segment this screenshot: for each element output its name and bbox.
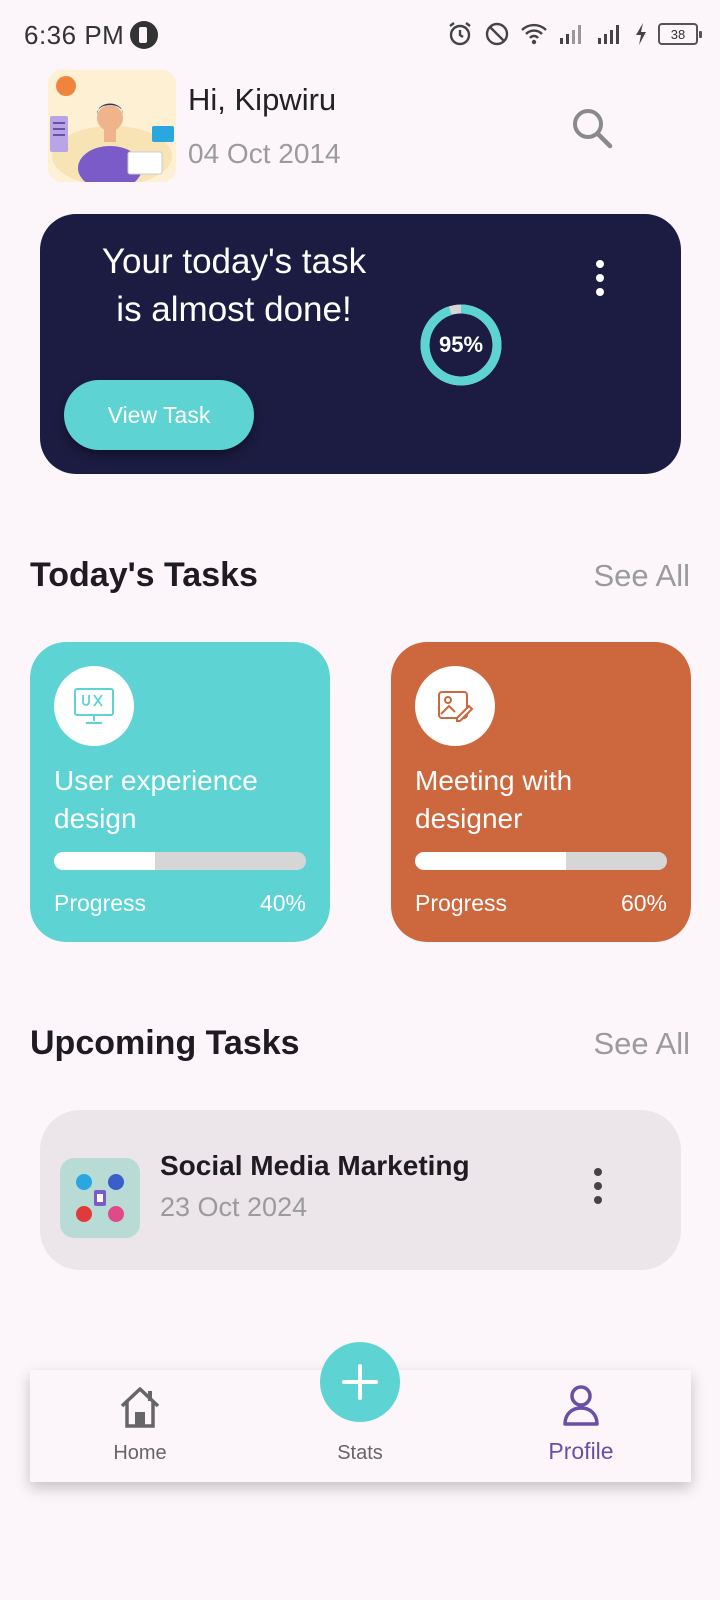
task-summary-menu-button[interactable] xyxy=(588,258,612,298)
alarm-icon xyxy=(449,22,471,46)
header-date: 04 Oct 2014 xyxy=(188,138,341,169)
view-task-button[interactable]: View Task xyxy=(64,380,254,450)
search-icon xyxy=(573,109,613,149)
wifi-icon xyxy=(521,23,547,45)
task-icon-badge xyxy=(54,666,134,746)
upcoming-tasks-see-all-link[interactable]: See All xyxy=(593,1026,690,1062)
upcoming-task-date: 23 Oct 2024 xyxy=(160,1192,308,1222)
progress-bar xyxy=(54,852,306,870)
task-card-meeting-designer[interactable]: Meeting with designer Progress 60% xyxy=(391,642,691,942)
notification-app-icon xyxy=(130,21,158,49)
upcoming-task-title: Social Media Marketing xyxy=(160,1150,470,1181)
progress-label: Progress xyxy=(415,890,508,916)
do-not-disturb-icon xyxy=(485,22,509,46)
task-summary-title: Your today's task is almost done! xyxy=(64,238,404,334)
search-button[interactable] xyxy=(568,104,616,152)
more-vertical-icon xyxy=(594,1168,602,1204)
task-title: User experience design xyxy=(54,762,314,838)
bottom-navigation: Home Stats Profile xyxy=(30,1342,691,1482)
avatar-illustration xyxy=(48,70,176,182)
task-title-line1: User experience xyxy=(54,765,258,796)
task-title-line2: designer xyxy=(415,803,523,834)
nav-label-home: Home xyxy=(113,1442,167,1464)
task-title: Meeting with designer xyxy=(415,762,675,838)
nav-label-profile: Profile xyxy=(548,1438,614,1464)
home-icon xyxy=(120,1387,160,1428)
task-title-line2: design xyxy=(54,803,137,834)
todays-tasks-see-all-link[interactable]: See All xyxy=(593,558,690,594)
upcoming-tasks-heading: Upcoming Tasks xyxy=(30,1024,300,1062)
progress-value: 60% xyxy=(620,890,667,916)
status-icons: 38 xyxy=(446,20,702,48)
progress-bar-fill xyxy=(415,852,567,870)
todays-tasks-heading: Today's Tasks xyxy=(30,556,258,594)
task-icon-badge xyxy=(415,666,495,746)
more-vertical-icon xyxy=(596,260,604,296)
greeting: Hi, Kipwiru xyxy=(188,82,337,117)
progress-label: Progress xyxy=(54,890,147,916)
nav-item-profile[interactable]: Profile xyxy=(521,1384,641,1474)
battery-icon: 38 xyxy=(658,23,702,45)
ux-monitor-icon xyxy=(74,688,114,724)
task-summary-title-line1: Your today's task xyxy=(101,242,367,281)
signal-icon xyxy=(560,25,581,44)
task-card-ux-design[interactable]: User experience design Progress 40% xyxy=(30,642,330,942)
progress-ring-label: 95% xyxy=(438,332,484,357)
task-title-line1: Meeting with xyxy=(415,765,573,796)
nav-item-stats[interactable]: Stats xyxy=(300,1384,420,1474)
progress-bar xyxy=(415,852,667,870)
upcoming-task-item[interactable]: Social Media Marketing 23 Oct 2024 xyxy=(40,1110,681,1270)
nav-label-stats: Stats xyxy=(337,1442,383,1464)
signal-icon xyxy=(598,25,619,44)
progress-bar-fill xyxy=(54,852,155,870)
upcoming-task-thumbnail xyxy=(60,1158,140,1238)
status-time: 6:36 PM xyxy=(24,20,125,50)
charging-icon xyxy=(636,23,646,45)
task-summary-title-line2: is almost done! xyxy=(116,290,352,329)
progress-value: 40% xyxy=(259,890,306,916)
nav-item-home[interactable]: Home xyxy=(80,1384,200,1474)
task-summary-card: Your today's task is almost done! View T… xyxy=(40,214,681,474)
profile-icon xyxy=(563,1385,599,1426)
social-media-icon xyxy=(76,1174,124,1222)
upcoming-task-menu-button[interactable] xyxy=(586,1166,610,1206)
image-edit-icon xyxy=(438,691,474,722)
avatar[interactable] xyxy=(48,70,176,182)
